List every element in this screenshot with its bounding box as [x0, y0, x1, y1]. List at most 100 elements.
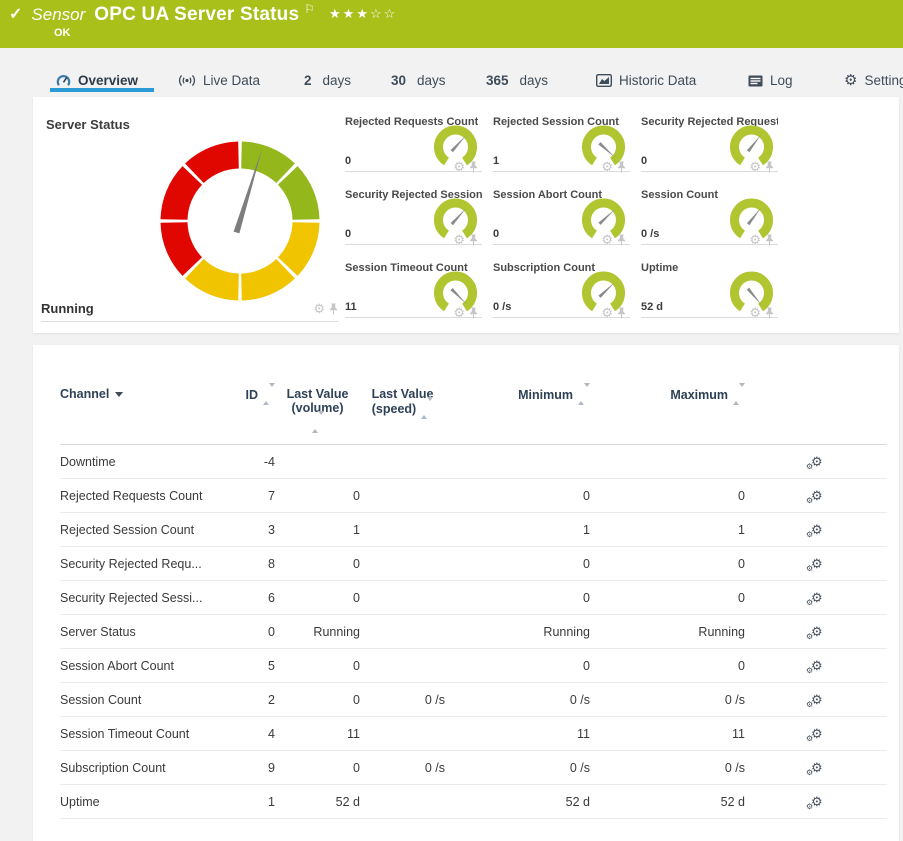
channel-settings-icon[interactable]: ⚙⚙ [811, 523, 823, 536]
column-header-id[interactable]: ID [235, 387, 275, 445]
sort-icon [263, 387, 275, 401]
gauge-value: 0 /s [641, 228, 659, 240]
minimum-cell [445, 445, 590, 479]
channels-table: Channel ID Last Value (volume) Last Valu… [60, 387, 887, 819]
last-value-speed-cell [360, 547, 445, 581]
pin-icon[interactable] [469, 307, 478, 319]
column-header-last-value-speed[interactable]: Last Value (speed) [360, 387, 445, 445]
gauge-tile: Subscription Count0 /s⚙ [493, 260, 630, 333]
pin-icon[interactable] [469, 161, 478, 173]
pin-icon[interactable] [765, 234, 774, 246]
column-header-maximum[interactable]: Maximum [590, 387, 745, 445]
tab-label: Overview [78, 73, 138, 88]
tab-live-data[interactable]: Live Data [178, 73, 260, 88]
column-header-last-value-volume[interactable]: Last Value (volume) [275, 387, 360, 445]
channel-settings-icon[interactable]: ⚙⚙ [811, 591, 823, 604]
pin-icon[interactable] [765, 307, 774, 319]
tab-log[interactable]: Log [748, 73, 793, 88]
pin-icon[interactable] [329, 303, 338, 315]
gauge-needle [451, 209, 466, 226]
status-check-icon: ✓ [9, 4, 22, 24]
small-gauges-grid: Rejected Requests Count0⚙Rejected Sessio… [345, 114, 778, 333]
channel-id-cell: 0 [235, 615, 275, 649]
minimum-cell: 1 [445, 513, 590, 547]
channel-settings-icon[interactable]: ⚙⚙ [811, 761, 823, 774]
gear-icon[interactable]: ⚙ [749, 306, 761, 319]
gear-icon[interactable]: ⚙ [601, 306, 613, 319]
gauge-needle [747, 135, 761, 153]
pin-icon[interactable] [617, 161, 626, 173]
gear-icon[interactable]: ⚙ [313, 302, 325, 315]
maximum-cell: 0 [590, 479, 745, 513]
channel-id-cell: 3 [235, 513, 275, 547]
tab-2-days[interactable]: 2 days [304, 73, 351, 88]
channel-settings-icon[interactable]: ⚙⚙ [811, 727, 823, 740]
main-gauge-title: Server Status [46, 117, 130, 132]
channel-settings-icon[interactable]: ⚙⚙ [811, 659, 823, 672]
channel-settings-icon[interactable]: ⚙⚙ [811, 693, 823, 706]
gear-icon[interactable]: ⚙ [453, 160, 465, 173]
table-row: Uptime152 d52 d52 d⚙⚙ [60, 785, 887, 819]
gauge-value: 0 [493, 228, 499, 240]
channel-id-cell: 5 [235, 649, 275, 683]
channel-settings-icon[interactable]: ⚙⚙ [811, 455, 823, 468]
tab-bar: Overview Live Data 2 days 30 days 365 da… [0, 48, 903, 97]
channel-name-cell: Rejected Requests Count [60, 479, 235, 513]
channel-settings-cell: ⚙⚙ [745, 785, 887, 819]
gauge-tile: Session Timeout Count11⚙ [345, 260, 482, 333]
minimum-cell: 0 [445, 479, 590, 513]
gear-icon[interactable]: ⚙ [453, 306, 465, 319]
gear-icon[interactable]: ⚙ [749, 233, 761, 246]
gear-icon[interactable]: ⚙ [453, 233, 465, 246]
last-value-volume-cell: 11 [275, 717, 360, 751]
gauge-title: Uptime [641, 262, 678, 274]
last-value-volume-cell: 0 [275, 751, 360, 785]
channel-settings-icon[interactable]: ⚙⚙ [811, 489, 823, 502]
sort-icon [578, 387, 590, 401]
tab-historic-data[interactable]: Historic Data [596, 73, 696, 88]
column-header-channel[interactable]: Channel [60, 387, 235, 445]
gauge-segment-red [174, 175, 192, 219]
tab-settings[interactable]: ⚙ Settings [844, 73, 903, 88]
tab-overview[interactable]: Overview [56, 73, 138, 88]
channel-settings-cell: ⚙⚙ [745, 445, 887, 479]
gauge-value: 0 [345, 155, 351, 167]
gear-icon[interactable]: ⚙ [749, 160, 761, 173]
maximum-cell: 0 [590, 547, 745, 581]
gauge-needle [598, 142, 615, 157]
last-value-speed-cell [360, 479, 445, 513]
channel-settings-icon[interactable]: ⚙⚙ [811, 795, 823, 808]
gear-icon[interactable]: ⚙ [601, 233, 613, 246]
gauge-icon [56, 74, 71, 88]
column-header-minimum[interactable]: Minimum [445, 387, 590, 445]
channel-id-cell: 7 [235, 479, 275, 513]
sort-icon [421, 401, 433, 415]
tab-365-days[interactable]: 365 days [486, 73, 548, 88]
channel-settings-cell: ⚙⚙ [745, 513, 887, 547]
table-header-row: Channel ID Last Value (volume) Last Valu… [60, 387, 887, 445]
channel-settings-icon[interactable]: ⚙⚙ [811, 557, 823, 570]
last-value-speed-cell: 0 /s [360, 751, 445, 785]
channel-name-cell: Subscription Count [60, 751, 235, 785]
pin-icon[interactable] [765, 161, 774, 173]
flag-icon[interactable]: ⚐ [304, 2, 315, 16]
last-value-volume-cell: 0 [275, 547, 360, 581]
channel-settings-icon[interactable]: ⚙⚙ [811, 625, 823, 638]
channel-name-cell: Downtime [60, 445, 235, 479]
pin-icon[interactable] [469, 234, 478, 246]
table-row: Rejected Session Count3111⚙⚙ [60, 513, 887, 547]
gauge-needle [598, 209, 614, 225]
priority-stars[interactable]: ★★★☆☆ [329, 6, 397, 22]
gauge-segment-green [242, 155, 286, 173]
channel-name-cell: Session Count [60, 683, 235, 717]
table-row: Downtime-4⚙⚙ [60, 445, 887, 479]
gauge-segment-red [194, 155, 238, 173]
pin-icon[interactable] [617, 234, 626, 246]
tab-30-days[interactable]: 30 days [391, 73, 446, 88]
last-value-speed-cell [360, 785, 445, 819]
gauge-needle [451, 136, 466, 153]
gauge-tile: Session Abort Count0⚙ [493, 187, 630, 260]
pin-icon[interactable] [617, 307, 626, 319]
gear-icon[interactable]: ⚙ [601, 160, 613, 173]
table-row: Security Rejected Requ...8000⚙⚙ [60, 547, 887, 581]
